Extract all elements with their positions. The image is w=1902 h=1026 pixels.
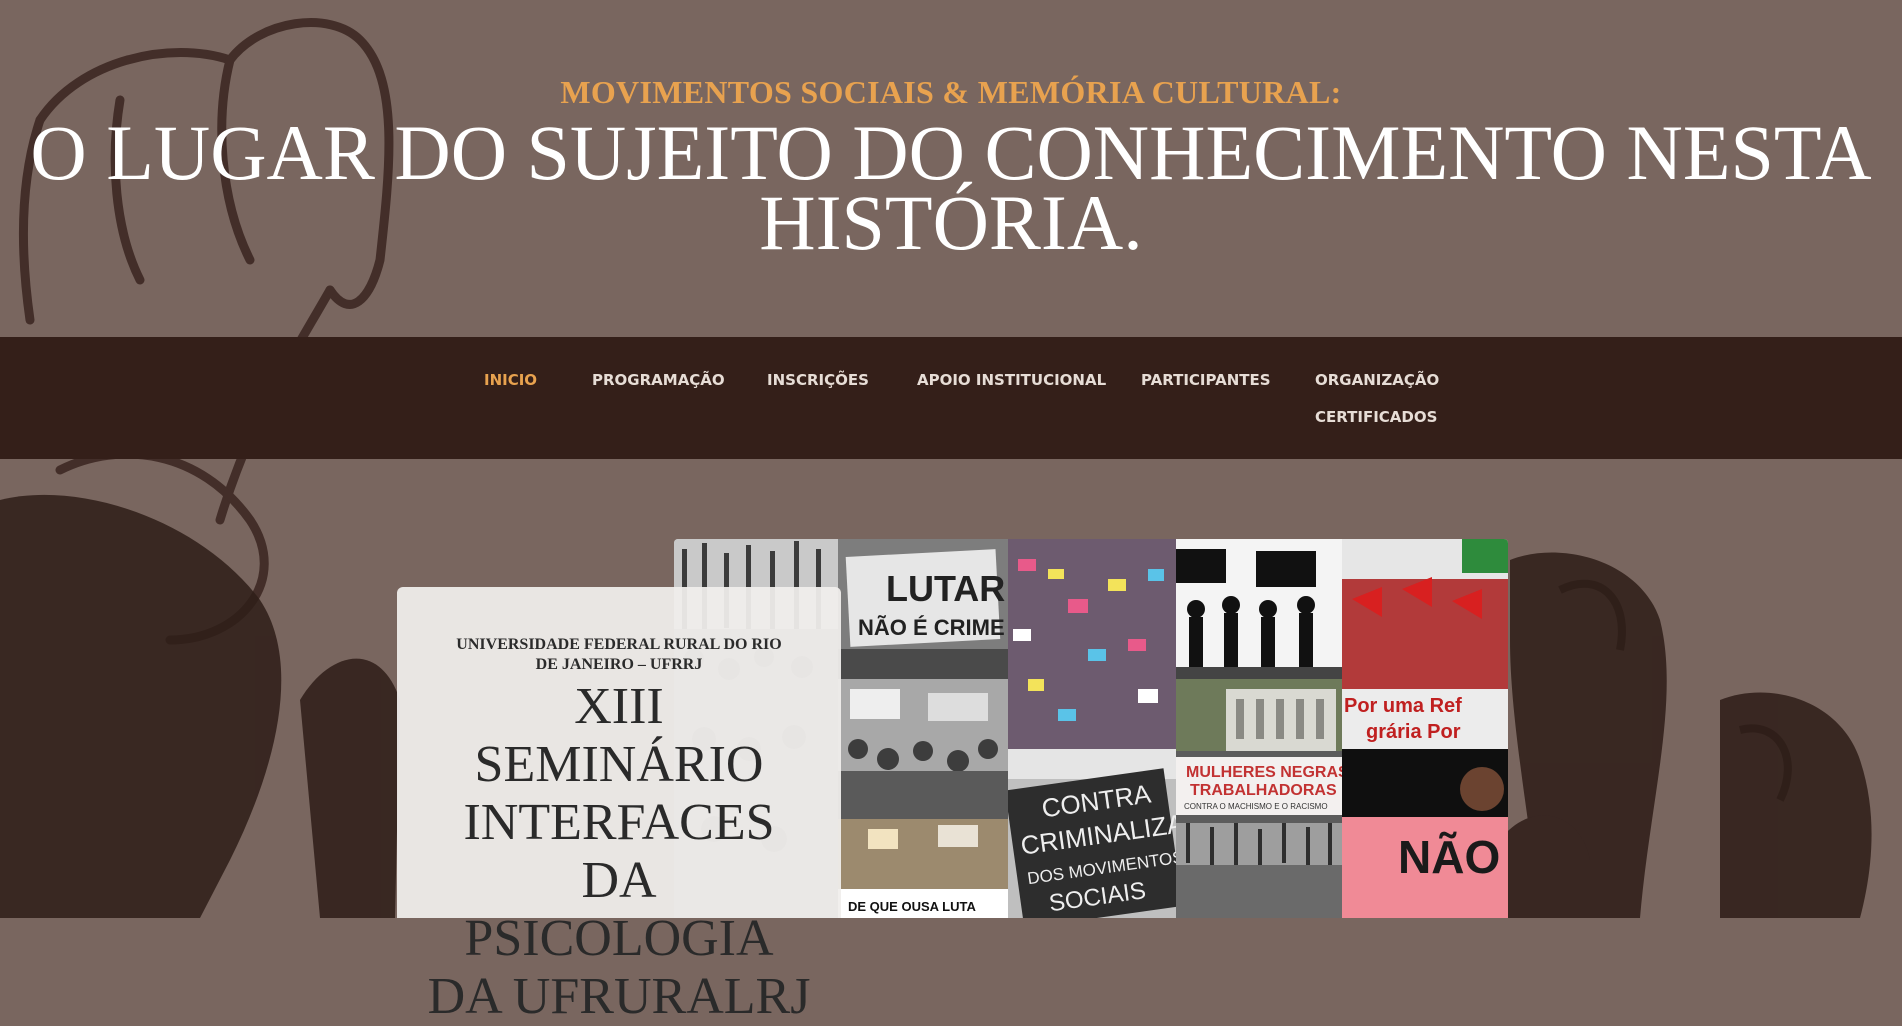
collage-photo-silhouettes — [1176, 539, 1342, 679]
nav-item-organizacao[interactable]: ORGANIZAÇÃO — [1315, 371, 1439, 389]
page-title: O LUGAR DO SUJEITO DO CONHECIMENTO NESTA… — [30, 109, 1872, 266]
site-header: MOVIMENTOS SOCIAIS & MEMÓRIA CULTURAL: O… — [0, 0, 1902, 337]
nav-item-apoio-institucional[interactable]: APOIO INSTITUCIONAL — [917, 371, 1106, 389]
header-kicker: MOVIMENTOS SOCIAIS & MEMÓRIA CULTURAL: — [560, 74, 1342, 110]
collage-photo-mulheres-negras: MULHERES NEGRAS TRABALHADORAS CONTRA O M… — [1176, 751, 1342, 823]
sign-nao: NÃO — [1398, 831, 1500, 883]
collage-photo-building — [1176, 679, 1342, 751]
collage-photo-color-crowd: DE QUE OUSA LUTA — [838, 819, 1008, 918]
sign-mulheres-negras: MULHERES NEGRAS — [1186, 764, 1342, 781]
collage-photo-crowd-tools — [1176, 823, 1342, 918]
nav-item-programacao[interactable]: PROGRAMAÇÃO — [592, 371, 725, 389]
sign-ousa-luta: DE QUE OUSA LUTA — [848, 899, 976, 914]
institution-name: UNIVERSIDADE FEDERAL RURAL DO RIO DE JAN… — [456, 636, 782, 673]
nav-item-certificados[interactable]: CERTIFICADOS — [1315, 408, 1437, 426]
sign-trabalhadoras: TRABALHADORAS — [1190, 782, 1337, 799]
nav-item-participantes[interactable]: PARTICIPANTES — [1141, 371, 1271, 389]
event-card: UNIVERSIDADE FEDERAL RURAL DO RIO DE JAN… — [397, 587, 841, 1025]
event-title: XIII SEMINÁRIO INTERFACES DA PSICOLOGIA … — [427, 678, 811, 1025]
sign-agraria: grária Por — [1366, 721, 1461, 743]
main-navigation: INICIO PROGRAMAÇÃO INSCRIÇÕES APOIO INST… — [0, 337, 1902, 459]
collage-photo-red-flags: Por uma Ref grária Por — [1342, 539, 1508, 749]
collage-photo-grayscale-march — [838, 679, 1008, 819]
nav-item-inicio[interactable]: INICIO — [484, 371, 537, 389]
collage-photo-contra-criminalizacao: CONTRA CRIMINALIZA DOS MOVIMENTOS SOCIAI… — [1008, 749, 1176, 918]
sign-contra-machismo: CONTRA O MACHISMO E O RACISMO — [1184, 802, 1328, 811]
nav-item-inscricoes[interactable]: INSCRIÇÕES — [767, 371, 869, 389]
collage-photo-lutar-sign: LUTAR NÃO É CRIME — [838, 539, 1008, 679]
collage-photo-colorful-protest — [1008, 539, 1176, 749]
sign-por-uma-reforma: Por uma Ref — [1344, 695, 1462, 717]
sign-lutar: LUTAR — [886, 568, 1005, 609]
collage-photo-nao-sign: NÃO — [1342, 749, 1508, 918]
sign-nao-e-crime: NÃO É CRIME — [858, 615, 1005, 640]
